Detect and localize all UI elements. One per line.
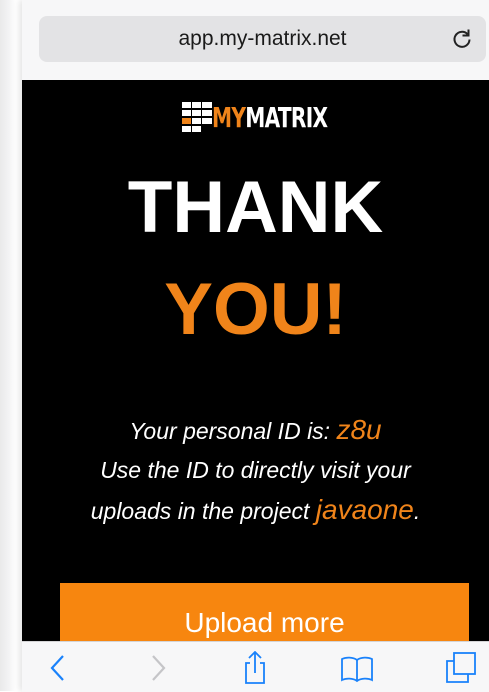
- share-icon[interactable]: [238, 650, 272, 685]
- personal-id-label: Your personal ID is:: [129, 418, 337, 444]
- url-field[interactable]: app.my-matrix.net: [39, 16, 486, 62]
- message-line-2: Use the ID to directly visit your: [100, 457, 411, 483]
- mymatrix-logo: MYMATRIX: [182, 100, 362, 136]
- tabs-icon[interactable]: [444, 651, 478, 685]
- logo-grid-icon: [182, 102, 212, 132]
- message-line-1: Your personal ID is: z8u: [22, 410, 489, 451]
- you-heading: YOU!: [164, 269, 347, 350]
- project-label: uploads in the project: [90, 498, 316, 524]
- browser-address-bar: app.my-matrix.net: [22, 0, 489, 80]
- reload-icon[interactable]: [450, 27, 474, 51]
- project-name[interactable]: javaone: [316, 494, 414, 525]
- bookmarks-icon[interactable]: [340, 651, 374, 685]
- logo-my: MY: [212, 101, 246, 134]
- browser-toolbar: [22, 641, 489, 692]
- back-chevron-icon[interactable]: [42, 651, 76, 685]
- confirmation-message: Your personal ID is: z8u Use the ID to d…: [22, 410, 489, 531]
- forward-chevron-icon[interactable]: [140, 651, 174, 685]
- phone-screen: app.my-matrix.net MYMATRIX THANK YOU! Yo…: [22, 0, 489, 692]
- logo-wordmark: MYMATRIX: [212, 101, 328, 134]
- personal-id-value: z8u: [336, 414, 382, 445]
- logo-matrix: MATRIX: [245, 101, 328, 134]
- thank-heading: THANK: [127, 167, 384, 248]
- period: .: [413, 498, 421, 524]
- message-line-3: uploads in the project javaone.: [22, 490, 489, 531]
- web-page-content: MYMATRIX THANK YOU! Your personal ID is:…: [22, 80, 489, 641]
- background-edge: [0, 0, 16, 691]
- upload-more-button[interactable]: Upload more: [60, 583, 469, 641]
- url-text[interactable]: app.my-matrix.net: [39, 16, 486, 62]
